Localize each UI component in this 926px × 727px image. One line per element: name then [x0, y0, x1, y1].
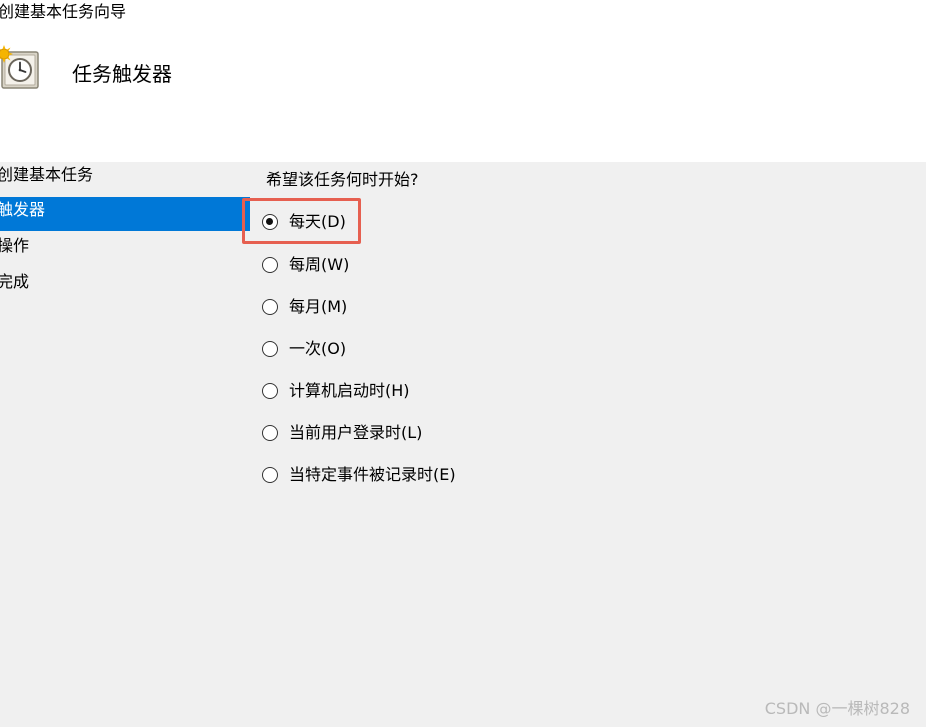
radio-label: 计算机启动时(H): [289, 381, 410, 400]
wizard-step-nav: 创建基本任务 触发器 操作 完成: [0, 162, 250, 727]
wizard-body: 创建基本任务 触发器 操作 完成 希望该任务何时开始? 每天(D) 每周(W) …: [0, 162, 926, 727]
radio-button[interactable]: [262, 467, 278, 483]
radio-at-logon[interactable]: 当前用户登录时(L): [262, 421, 422, 445]
radio-at-startup[interactable]: 计算机启动时(H): [262, 379, 410, 403]
radio-button[interactable]: [262, 341, 278, 357]
nav-item-create-basic-task[interactable]: 创建基本任务: [0, 162, 250, 196]
nav-item-finish[interactable]: 完成: [0, 269, 250, 303]
radio-label: 每月(M): [289, 297, 348, 316]
window-title: 创建基本任务向导: [0, 2, 127, 21]
radio-button[interactable]: [262, 299, 278, 315]
radio-button[interactable]: [262, 425, 278, 441]
nav-item-label: 操作: [0, 236, 30, 255]
wizard-header: 创建基本任务向导 任务触发器: [0, 0, 926, 162]
wizard-window: 创建基本任务向导 任务触发器 创建基本任务 触发器 操作 完成 希望该任务何时开…: [0, 0, 926, 727]
radio-label: 一次(O): [289, 339, 347, 358]
radio-button-checked[interactable]: [262, 214, 278, 230]
radio-label: 当前用户登录时(L): [289, 423, 423, 442]
nav-item-label: 完成: [0, 272, 30, 291]
page-heading: 任务触发器: [72, 62, 172, 86]
radio-label: 每天(D): [289, 212, 346, 231]
radio-label: 每周(W): [289, 255, 350, 274]
clock-icon: [0, 45, 39, 89]
radio-button[interactable]: [262, 383, 278, 399]
radio-on-event[interactable]: 当特定事件被记录时(E): [262, 463, 456, 487]
nav-item-trigger[interactable]: 触发器: [0, 197, 250, 231]
radio-monthly[interactable]: 每月(M): [262, 295, 347, 319]
nav-item-label: 触发器: [0, 200, 46, 219]
radio-once[interactable]: 一次(O): [262, 337, 346, 361]
trigger-question: 希望该任务何时开始?: [266, 170, 419, 189]
nav-item-label: 创建基本任务: [0, 165, 94, 184]
radio-weekly[interactable]: 每周(W): [262, 253, 349, 277]
radio-label: 当特定事件被记录时(E): [289, 465, 456, 484]
radio-button[interactable]: [262, 257, 278, 273]
watermark-text: CSDN @一棵树828: [764, 699, 910, 718]
radio-daily[interactable]: 每天(D): [262, 210, 346, 234]
nav-item-action[interactable]: 操作: [0, 233, 250, 267]
